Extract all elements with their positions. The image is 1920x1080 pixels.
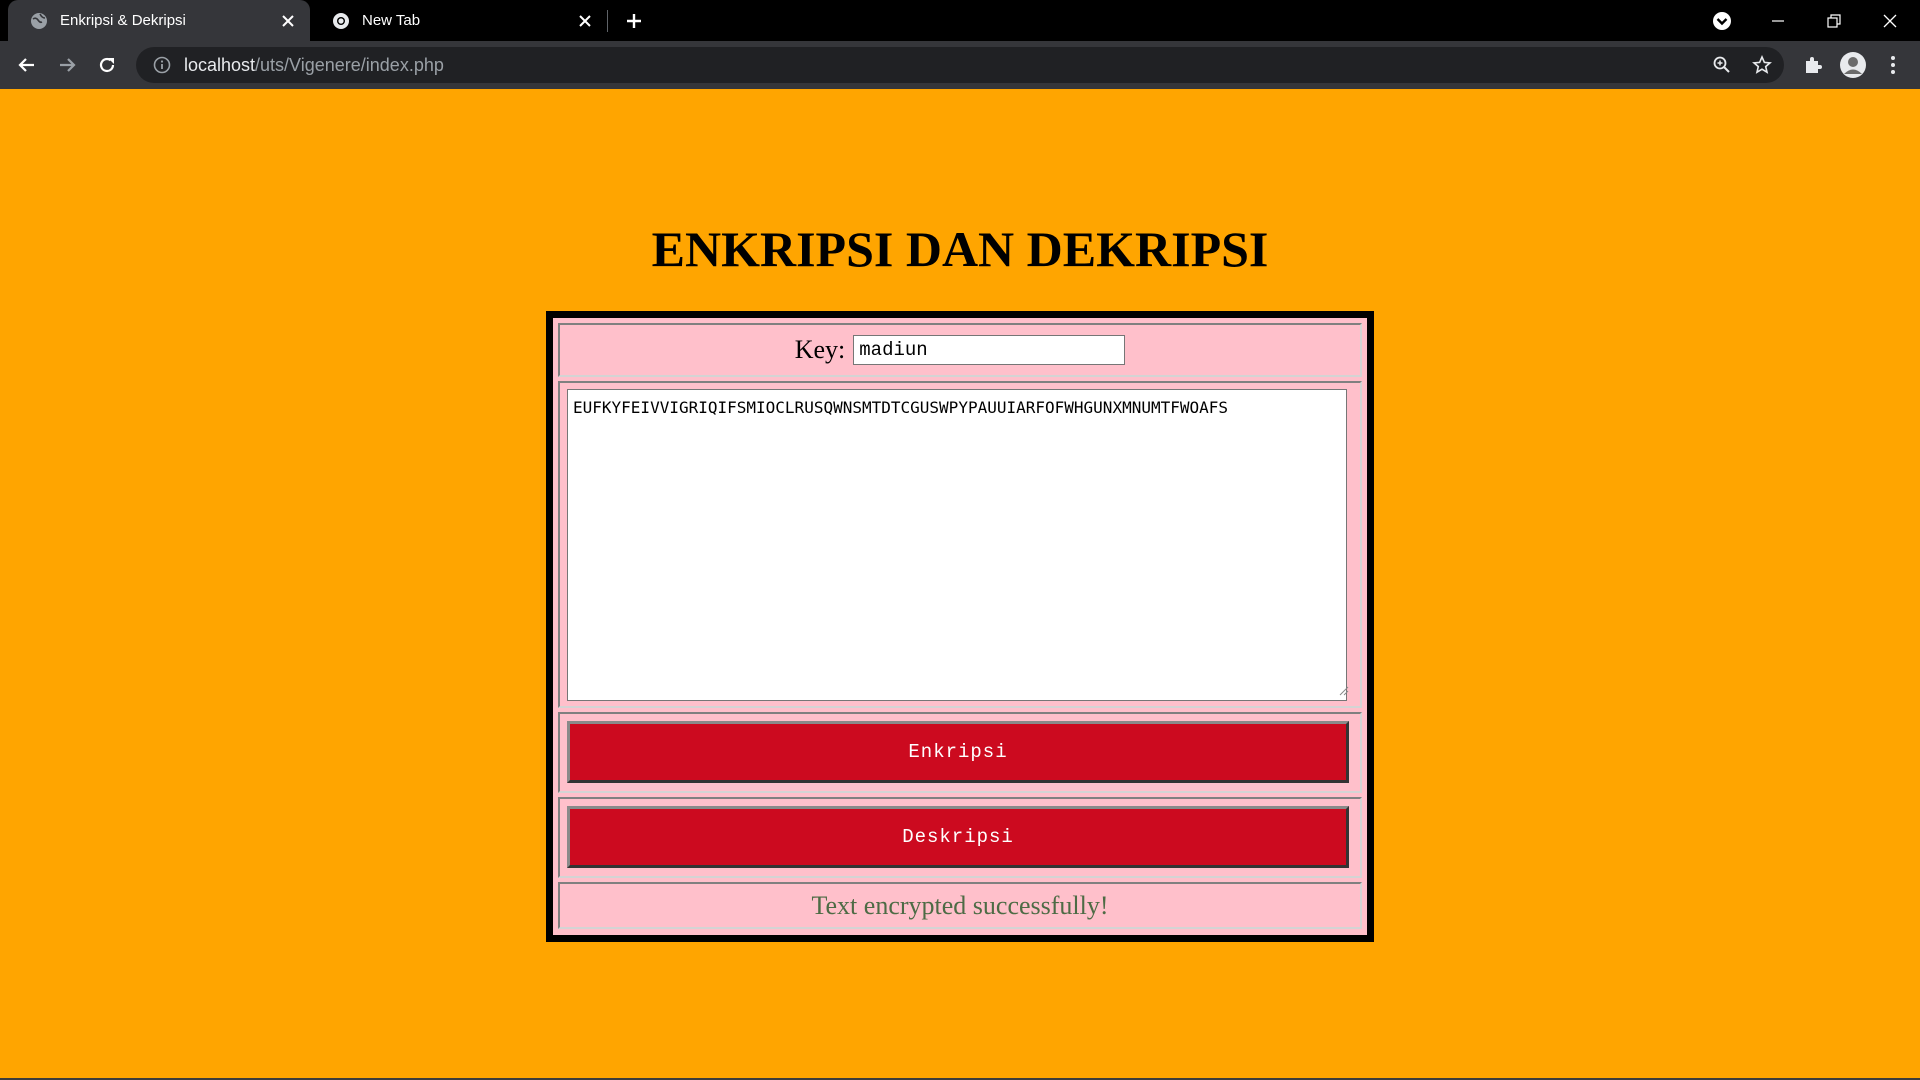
profile-avatar[interactable] [1837,49,1869,81]
browser-toolbar: localhost/uts/Vigenere/index.php [0,41,1920,89]
close-window-button[interactable] [1865,0,1915,41]
page-title: ENKRIPSI DAN DEKRIPSI [651,221,1269,277]
tab-enkripsi[interactable]: Enkripsi & Dekripsi [8,0,310,41]
text-row: EUFKYFEIVVIGRIQIFSMIOCLRUSQWNSMTDTCGUSWP… [558,381,1362,708]
restore-button[interactable] [1809,0,1859,41]
key-input[interactable] [853,335,1126,365]
url-text: localhost/uts/Vigenere/index.php [184,55,444,76]
address-bar[interactable]: localhost/uts/Vigenere/index.php [136,47,1784,83]
cipher-form: Key: EUFKYFEIVVIGRIQIFSMIOCLRUSQWNSMTDTC… [546,311,1374,942]
key-label: Key: [794,335,846,364]
url-host: localhost [184,54,256,75]
key-row: Key: [558,323,1362,377]
decrypt-row: Deskripsi [558,797,1362,878]
url-path: /uts/Vigenere/index.php [255,54,444,75]
encrypt-row: Enkripsi [558,712,1362,793]
close-tab-icon[interactable] [571,7,599,35]
encrypt-button[interactable]: Enkripsi [567,721,1349,783]
menu-icon[interactable] [1877,49,1909,81]
zoom-icon[interactable] [1704,47,1740,83]
chrome-icon [332,12,350,30]
bookmark-star-icon[interactable] [1744,47,1780,83]
close-tab-icon[interactable] [274,7,302,35]
reload-button[interactable] [91,49,123,81]
status-row: Text encrypted successfully! [558,882,1362,929]
back-button[interactable] [11,49,43,81]
tab-title: Enkripsi & Dekripsi [60,12,186,29]
globe-icon [30,12,48,30]
text-input[interactable]: EUFKYFEIVVIGRIQIFSMIOCLRUSQWNSMTDTCGUSWP… [567,389,1347,701]
tab-title: New Tab [362,12,421,29]
forward-button[interactable] [51,49,83,81]
info-icon[interactable] [152,55,172,75]
tab-search-icon[interactable] [1697,0,1747,41]
tab-strip: Enkripsi & Dekripsi New Tab [0,0,1920,41]
tab-separator [607,10,608,32]
decrypt-button[interactable]: Deskripsi [567,806,1349,868]
tab-new-tab[interactable]: New Tab [310,0,607,41]
minimize-button[interactable] [1753,0,1803,41]
new-tab-button[interactable] [620,7,648,35]
resize-grip-icon[interactable] [1337,683,1349,696]
extensions-icon[interactable] [1797,49,1829,81]
status-message: Text encrypted successfully! [811,890,1109,920]
